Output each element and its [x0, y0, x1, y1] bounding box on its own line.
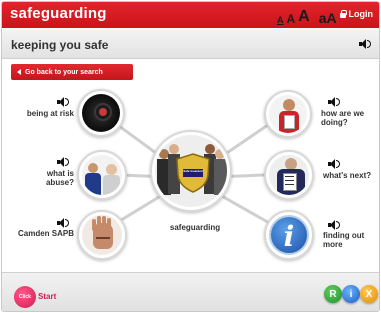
what-is-abuse-line-2: abuse?: [45, 178, 74, 187]
how-are-we-doing-label[interactable]: how are we doing?: [321, 109, 379, 127]
how-are-we-doing-speaker-icon[interactable]: [328, 97, 340, 107]
what-is-abuse-image[interactable]: [77, 150, 127, 200]
whats-next-image[interactable]: [264, 150, 314, 200]
camden-sapb-label[interactable]: Camden SAPB: [8, 229, 74, 238]
camden-sapb-speaker-icon[interactable]: [57, 218, 69, 228]
being-at-risk-image[interactable]: [77, 89, 125, 137]
rix-info-button[interactable]: i: [342, 285, 360, 303]
camden-sapb-image[interactable]: [77, 210, 127, 260]
finding-out-more-image[interactable]: i: [264, 210, 314, 260]
how-are-we-doing-line-2: doing?: [321, 118, 348, 127]
shield-text: Safe Guarded: [183, 169, 203, 173]
clickstart-logo[interactable]: Click: [14, 286, 36, 308]
safeguarding-image[interactable]: Safe Guarded: [150, 130, 232, 212]
being-at-risk-speaker-icon[interactable]: [57, 97, 69, 107]
footer: Click Start R i X: [2, 272, 379, 311]
whats-next-speaker-icon[interactable]: [328, 159, 340, 169]
finding-out-more-speaker-icon[interactable]: [328, 220, 340, 230]
rix-close-button[interactable]: X: [360, 285, 378, 303]
how-are-we-doing-image[interactable]: [264, 90, 312, 138]
what-is-abuse-line-1: what is: [46, 169, 74, 178]
how-are-we-doing-line-1: how are we: [321, 109, 365, 118]
app-window: safeguarding A A A aA Login keeping you …: [1, 1, 380, 312]
finding-out-more-line-1: finding out: [323, 231, 365, 240]
what-is-abuse-speaker-icon[interactable]: [57, 157, 69, 167]
finding-out-more-line-2: more: [323, 240, 343, 249]
clickstart-wordmark[interactable]: Start: [38, 292, 56, 301]
whats-next-label[interactable]: what's next?: [323, 171, 379, 180]
safeguarding-label[interactable]: safeguarding: [160, 223, 230, 232]
being-at-risk-label[interactable]: being at risk: [12, 109, 74, 118]
shield-icon: [176, 153, 210, 193]
finding-out-more-label[interactable]: finding out more: [323, 231, 379, 249]
rix-r-button[interactable]: R: [324, 285, 342, 303]
what-is-abuse-label[interactable]: what is abuse?: [12, 169, 74, 187]
info-icon: i: [283, 220, 295, 253]
